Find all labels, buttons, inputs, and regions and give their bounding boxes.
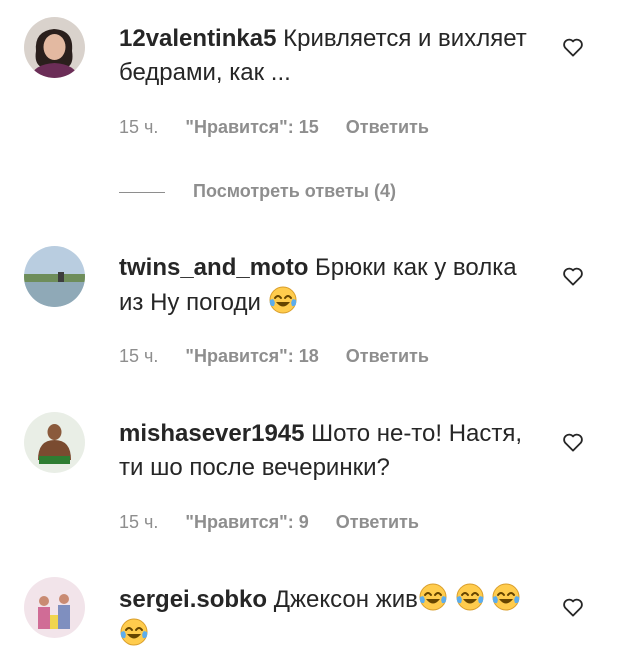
divider-line [119,191,165,193]
comment-text: Джексон жив [273,586,418,613]
comment-likes-count[interactable]: "Нравится": 9 [185,512,308,532]
avatar[interactable] [24,577,85,638]
view-replies-button[interactable]: Посмотреть ответы (4) [119,178,396,204]
heart-outline-icon[interactable] [561,430,585,454]
avatar[interactable] [24,412,85,473]
face-with-tears-of-joy-icon [455,582,485,612]
heart-outline-icon[interactable] [561,264,585,288]
comment-meta: 15 ч. "Нравится": 15 Ответить [119,116,429,138]
view-replies-label: Посмотреть ответы (4) [193,181,396,201]
comment-username[interactable]: 12valentinka5 [119,25,276,52]
comment-time[interactable]: 15 ч. [119,346,158,366]
reply-button[interactable]: Ответить [336,512,419,532]
face-with-tears-of-joy-icon [119,617,149,647]
comment-body: twins_and_moto Брюки как у волка из Ну п… [119,251,539,320]
comment-username[interactable]: sergei.sobko [119,586,267,613]
heart-outline-icon[interactable] [561,35,585,59]
comment-time[interactable]: 15 ч. [119,512,158,532]
comment-likes-count[interactable]: "Нравится": 18 [185,346,318,366]
comment-body: sergei.sobko Джексон жив [119,582,539,652]
comment-time[interactable]: 15 ч. [119,117,158,137]
comment-meta: 15 ч. "Нравится": 9 Ответить [119,511,419,533]
reply-button[interactable]: Ответить [346,346,429,366]
comment-body: 12valentinka5 Кривляется и вихляет бедра… [119,22,539,90]
face-with-tears-of-joy-icon [268,285,298,315]
heart-outline-icon[interactable] [561,595,585,619]
avatar[interactable] [24,246,85,307]
comment-likes-count[interactable]: "Нравится": 15 [185,117,318,137]
comment-meta: 15 ч. "Нравится": 18 Ответить [119,345,429,367]
face-with-tears-of-joy-icon [491,582,521,612]
comment-body: mishasever1945 Шото не-то! Настя, ти шо … [119,417,539,485]
reply-button[interactable]: Ответить [346,117,429,137]
avatar[interactable] [24,17,85,78]
comment-username[interactable]: twins_and_moto [119,254,308,281]
comment-username[interactable]: mishasever1945 [119,420,304,447]
face-with-tears-of-joy-icon [418,582,448,612]
